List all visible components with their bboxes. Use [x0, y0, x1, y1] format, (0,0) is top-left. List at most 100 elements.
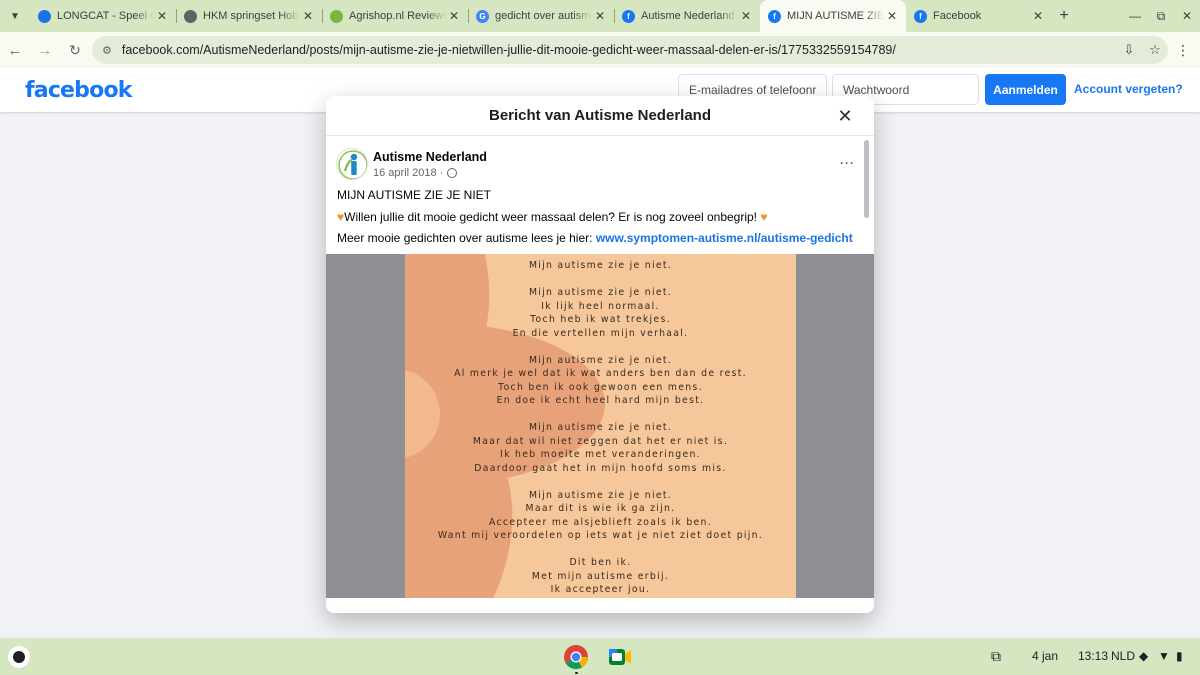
browser-tab[interactable]: f MIJN AUTISME ZIE JE✕ [760, 0, 906, 32]
poem-poster: Mijn autisme zie je niet. Mijn autisme zi… [405, 254, 796, 598]
forgot-account-link[interactable]: Account vergeten? [1074, 82, 1183, 96]
shelf-locale[interactable]: NLD [1111, 649, 1135, 663]
chrome-running-indicator [575, 672, 578, 674]
shelf-time[interactable]: 13:13 [1078, 649, 1108, 663]
tab-favicon-icon: f [914, 9, 927, 23]
tab-title: MIJN AUTISME ZIE JE [787, 10, 884, 22]
minimize-icon[interactable]: — [1122, 9, 1148, 23]
poem-line: Mijn autisme zie je niet. [528, 489, 673, 501]
browser-tab[interactable]: f Facebook ✕ [906, 0, 1052, 32]
battery-icon[interactable]: ▮ [1176, 649, 1183, 663]
tab-favicon-icon [38, 9, 51, 23]
poem-line: Toch ben ik ook gewoon een mens. [498, 381, 703, 393]
browser-tab-strip: ▼ LONGCAT - Speel Grat✕HKM springset Hob… [0, 0, 1200, 32]
browser-tab[interactable]: Ggedicht over autisme ✕ [468, 0, 614, 32]
poem-line: Met mijn autisme erbij. [531, 570, 670, 582]
shelf-date[interactable]: 4 jan [1032, 649, 1058, 663]
poem-line: Toch heb ik wat trekjes. [530, 314, 671, 325]
wifi-icon[interactable]: ▼ [1158, 649, 1170, 663]
poem-stanza-gap [405, 273, 796, 287]
poem-stanza-gap [405, 340, 796, 354]
page-name[interactable]: Autisme Nederland [373, 150, 487, 164]
url-text[interactable]: facebook.com/AutismeNederland/posts/mijn… [122, 43, 1116, 57]
site-info-icon[interactable]: ⚙ [102, 44, 112, 57]
poem-line: Al merk je wel dat ik wat anders ben dan… [454, 368, 747, 379]
poem-stanza-gap [405, 408, 796, 422]
poem-stanza-gap [405, 475, 796, 489]
browser-tab[interactable]: f Autisme Nederland | F✕ [614, 0, 760, 32]
tab-title: gedicht over autisme [495, 10, 592, 22]
poem-text: Mijn autisme zie je niet. Mijn autisme zi… [405, 259, 796, 597]
tab-list: LONGCAT - Speel Grat✕HKM springset Hobby… [30, 0, 1052, 32]
post-link-prefix: Meer mooie gedichten over autisme lees j… [337, 231, 593, 245]
browser-tab[interactable]: HKM springset Hobby ✕ [176, 0, 322, 32]
new-tab-button[interactable]: + [1052, 7, 1076, 25]
tab-title: Autisme Nederland | F [641, 10, 738, 22]
tab-favicon-icon: f [622, 9, 635, 23]
tab-close-icon[interactable]: ✕ [592, 9, 608, 23]
post-headline: MIJN AUTISME ZIE JE NIET [337, 188, 492, 202]
close-icon[interactable]: ✕ [832, 103, 858, 129]
poem-line: En doe ik echt heel hard mijn best. [496, 395, 705, 406]
poem-line: Maar dat wil niet zeggen dat het er niet… [472, 435, 729, 447]
poem-line: Mijn autisme zie je niet. [528, 260, 673, 271]
poem-line: Dit ben ik. [569, 557, 632, 568]
tab-search-chevron-icon[interactable]: ▼ [0, 0, 30, 32]
dialog-header: Bericht van Autisme Nederland ✕ [326, 96, 874, 136]
facebook-logo[interactable]: facebook [25, 78, 132, 103]
browser-tab[interactable]: LONGCAT - Speel Grat✕ [30, 0, 176, 32]
poem-line: Ik lijk heel normaal. [541, 300, 660, 312]
tab-close-icon[interactable]: ✕ [884, 9, 900, 23]
address-bar[interactable]: ⚙ facebook.com/AutismeNederland/posts/mi… [92, 36, 1168, 64]
post-date[interactable]: 16 april 2018 · [373, 167, 458, 179]
poem-line: Want mij veroordelen op iets wat je niet… [437, 530, 764, 541]
post-options-button[interactable]: ··· [840, 156, 855, 170]
poem-line: Ik heb moeite met veranderingen. [500, 449, 701, 460]
post-text-line: ♥Willen jullie dit mooie gedicht weer ma… [337, 210, 767, 224]
tab-favicon-icon [184, 9, 197, 23]
login-button[interactable]: Aanmelden [985, 74, 1066, 105]
bookmark-star-icon[interactable]: ☆ [1142, 42, 1168, 58]
browser-menu-icon[interactable]: ⋮ [1176, 42, 1190, 59]
poem-line: Mijn autisme zie je niet. [528, 422, 673, 433]
clipboard-icon[interactable]: ⧉ [991, 648, 1001, 665]
poem-line: Ik accepteer jou. [550, 584, 651, 595]
tab-favicon-icon: f [768, 9, 781, 23]
tab-favicon-icon [330, 9, 343, 23]
tab-title: HKM springset Hobby [203, 10, 300, 22]
notification-icon[interactable]: ◆ [1139, 649, 1148, 663]
post-date-text[interactable]: 16 april 2018 · [373, 167, 443, 179]
tab-close-icon[interactable]: ✕ [300, 9, 316, 23]
reload-icon[interactable]: ↻ [60, 42, 90, 59]
tab-title: Facebook [933, 10, 982, 22]
restore-icon[interactable]: ⧉ [1148, 9, 1174, 24]
poem-line: Mijn autisme zie je niet. [528, 287, 673, 298]
orange-heart-icon: ♥ [760, 210, 768, 224]
tab-close-icon[interactable]: ✕ [738, 9, 754, 23]
poem-line: Maar dit is wie ik ga zijn. [525, 503, 676, 514]
meet-icon[interactable] [607, 644, 633, 670]
tab-title: LONGCAT - Speel Grat [57, 10, 154, 22]
forward-arrow-icon[interactable]: → [30, 42, 60, 59]
window-controls: — ⧉ ✕ [1122, 0, 1200, 32]
poem-line: Daardoor gaat het in mijn hoofd soms mis… [474, 462, 727, 474]
page-avatar[interactable] [336, 148, 368, 180]
close-window-icon[interactable]: ✕ [1174, 9, 1200, 23]
os-shelf: ⧉ 4 jan 13:13 NLD ◆ ▼ ▮ [0, 638, 1200, 675]
dialog-title: Bericht van Autisme Nederland [488, 107, 711, 124]
post-image[interactable]: Mijn autisme zie je niet. Mijn autisme zi… [326, 254, 874, 598]
tab-close-icon[interactable]: ✕ [154, 9, 170, 23]
post-external-link[interactable]: www.symptomen-autisme.nl/autisme-gedicht [596, 231, 853, 245]
dialog-scrollbar[interactable] [864, 140, 869, 218]
install-app-icon[interactable]: ⇩ [1116, 42, 1142, 58]
poem-line: En die vertellen mijn verhaal. [512, 327, 689, 339]
post-text-body: Willen jullie dit mooie gedicht weer mas… [344, 210, 758, 224]
poem-stanza-gap [405, 543, 796, 557]
browser-tab[interactable]: Agrishop.nl Reviews | ✕ [322, 0, 468, 32]
launcher-button[interactable] [8, 646, 30, 668]
chrome-icon[interactable] [563, 644, 589, 670]
autisme-nederland-logo-icon [338, 150, 367, 179]
tab-close-icon[interactable]: ✕ [1030, 9, 1046, 23]
tab-close-icon[interactable]: ✕ [446, 9, 462, 23]
back-arrow-icon[interactable]: ← [0, 42, 30, 59]
